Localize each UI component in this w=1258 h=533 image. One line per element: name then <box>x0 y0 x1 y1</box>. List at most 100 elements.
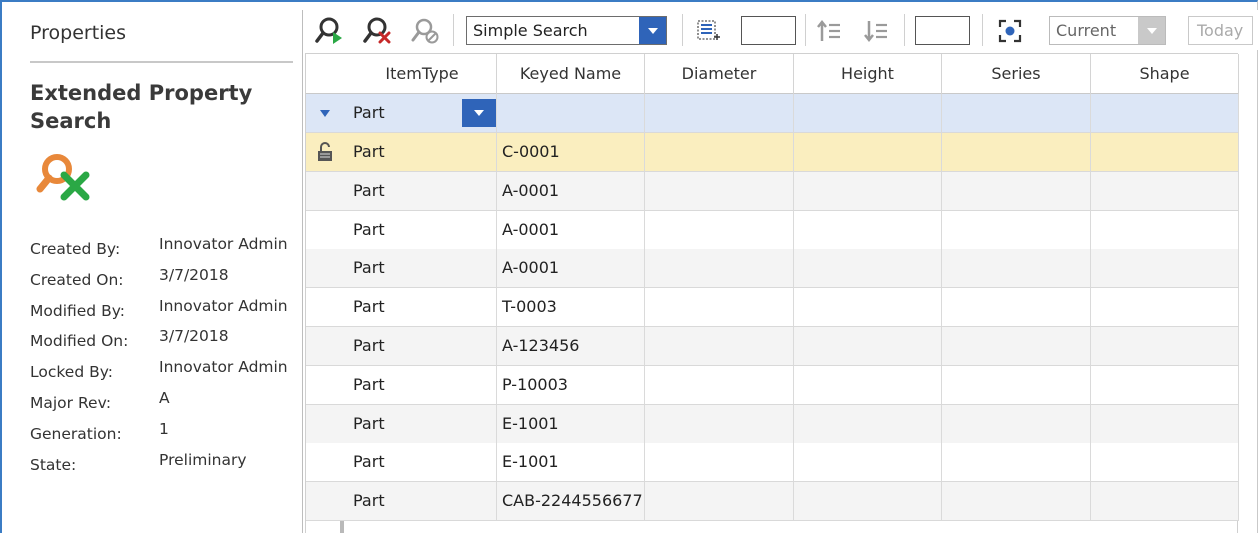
table-cell[interactable] <box>794 288 942 327</box>
keyed-name-cell[interactable]: A-123456 <box>497 327 645 365</box>
table-cell[interactable] <box>1091 327 1239 365</box>
column-filter-input[interactable] <box>645 94 794 132</box>
table-cell[interactable] <box>942 133 1091 171</box>
table-cell[interactable] <box>794 443 942 482</box>
row-selector[interactable] <box>306 211 344 249</box>
table-cell[interactable] <box>1091 171 1239 210</box>
table-cell[interactable] <box>794 365 942 404</box>
row-selector[interactable] <box>306 405 344 443</box>
table-cell[interactable] <box>1091 133 1239 171</box>
table-row[interactable]: Part P-10003 <box>306 365 1239 405</box>
column-filter-input[interactable] <box>942 94 1091 132</box>
table-cell[interactable] <box>942 171 1091 210</box>
table-row[interactable]: Part C-0001 <box>306 133 1239 172</box>
table-cell[interactable] <box>645 133 794 171</box>
table-cell[interactable] <box>942 249 1091 288</box>
itemtype-cell[interactable]: Part <box>348 482 497 521</box>
row-selector[interactable] <box>306 366 344 404</box>
page-size-input[interactable] <box>741 16 796 45</box>
table-row[interactable]: Part T-0003 <box>306 288 1239 328</box>
today-button[interactable]: Today <box>1188 16 1253 45</box>
max-records-input[interactable] <box>915 16 970 45</box>
column-header[interactable]: Shape <box>1091 54 1239 94</box>
table-cell[interactable] <box>794 210 942 249</box>
table-cell[interactable] <box>645 210 794 249</box>
row-selector[interactable] <box>306 443 344 481</box>
keyed-name-cell[interactable]: CAB-2244556677 <box>497 482 645 521</box>
table-cell[interactable] <box>645 327 794 365</box>
table-row[interactable]: Part E-1001 <box>306 404 1239 444</box>
column-filter-input[interactable] <box>497 94 645 132</box>
table-row[interactable]: Part A-0001 <box>306 171 1239 211</box>
column-header[interactable]: Height <box>794 54 942 94</box>
table-cell[interactable] <box>645 288 794 327</box>
keyed-name-cell[interactable]: E-1001 <box>497 443 645 482</box>
row-selector[interactable] <box>306 133 344 171</box>
keyed-name-cell[interactable]: E-1001 <box>497 404 645 443</box>
search-mode-select[interactable]: Simple Search <box>466 16 667 45</box>
table-cell[interactable] <box>645 171 794 210</box>
itemtype-cell[interactable]: Part <box>348 443 497 482</box>
run-search-icon[interactable] <box>313 15 345 47</box>
table-cell[interactable] <box>794 482 942 521</box>
sort-descending-icon[interactable] <box>860 15 892 47</box>
table-cell[interactable] <box>645 482 794 521</box>
table-cell[interactable] <box>1091 288 1239 327</box>
keyed-name-cell[interactable]: T-0003 <box>497 288 645 327</box>
table-cell[interactable] <box>1091 443 1239 482</box>
keyed-name-cell[interactable]: A-0001 <box>497 210 645 249</box>
column-filter-input[interactable] <box>1091 94 1239 132</box>
column-header[interactable]: Keyed Name <box>497 54 645 94</box>
table-cell[interactable] <box>1091 210 1239 249</box>
itemtype-cell[interactable]: Part <box>348 327 497 365</box>
itemtype-cell[interactable]: Part <box>348 171 497 210</box>
itemtype-cell[interactable]: Part <box>348 365 497 404</box>
table-cell[interactable] <box>942 365 1091 404</box>
stop-search-icon[interactable] <box>409 15 441 47</box>
column-header[interactable]: Series <box>942 54 1091 94</box>
keyed-name-cell[interactable]: A-0001 <box>497 249 645 288</box>
table-cell[interactable] <box>645 365 794 404</box>
version-select[interactable]: Current <box>1049 16 1166 45</box>
column-header[interactable]: ItemType <box>348 54 497 94</box>
page-size-icon[interactable] <box>692 15 724 47</box>
table-row[interactable]: Part A-0001 <box>306 210 1239 250</box>
row-selector[interactable] <box>306 172 344 210</box>
table-cell[interactable] <box>1091 482 1239 521</box>
table-cell[interactable] <box>794 133 942 171</box>
table-cell[interactable] <box>942 327 1091 365</box>
table-cell[interactable] <box>1091 249 1239 288</box>
table-cell[interactable] <box>1091 404 1239 443</box>
table-cell[interactable] <box>645 443 794 482</box>
table-row[interactable]: Part A-123456 <box>306 327 1239 366</box>
table-cell[interactable] <box>645 404 794 443</box>
table-cell[interactable] <box>794 249 942 288</box>
row-selector[interactable] <box>306 288 344 326</box>
table-cell[interactable] <box>1091 365 1239 404</box>
table-cell[interactable] <box>794 404 942 443</box>
clear-search-icon[interactable] <box>361 15 393 47</box>
itemtype-cell[interactable]: Part <box>348 249 497 288</box>
column-header[interactable]: Diameter <box>645 54 794 94</box>
sort-ascending-icon[interactable] <box>813 15 845 47</box>
chevron-down-icon[interactable] <box>462 99 496 127</box>
chevron-down-icon[interactable] <box>639 17 666 44</box>
table-cell[interactable] <box>794 327 942 365</box>
table-cell[interactable] <box>942 288 1091 327</box>
table-cell[interactable] <box>942 210 1091 249</box>
table-cell[interactable] <box>942 482 1091 521</box>
table-cell[interactable] <box>645 249 794 288</box>
table-cell[interactable] <box>794 171 942 210</box>
column-filter-input[interactable] <box>794 94 942 132</box>
table-row[interactable]: Part E-1001 <box>306 443 1239 483</box>
keyed-name-cell[interactable]: C-0001 <box>497 133 645 171</box>
focus-icon[interactable] <box>994 15 1026 47</box>
keyed-name-cell[interactable]: P-10003 <box>497 365 645 404</box>
table-cell[interactable] <box>942 404 1091 443</box>
row-selector[interactable] <box>306 249 344 287</box>
itemtype-filter-input[interactable]: Part <box>348 94 497 132</box>
itemtype-cell[interactable]: Part <box>348 210 497 249</box>
itemtype-cell[interactable]: Part <box>348 404 497 443</box>
table-row[interactable]: Part CAB-2244556677 <box>306 482 1239 522</box>
keyed-name-cell[interactable]: A-0001 <box>497 171 645 210</box>
